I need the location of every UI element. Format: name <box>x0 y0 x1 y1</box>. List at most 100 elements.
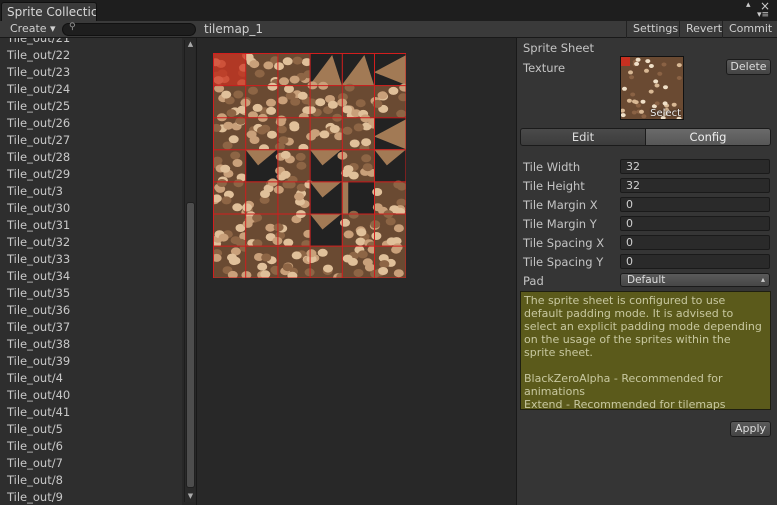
menu-icon[interactable]: ▾≡ <box>757 10 769 20</box>
list-item[interactable]: Tile_out/35 <box>0 285 182 302</box>
list-item[interactable]: Tile_out/9 <box>0 489 182 505</box>
tab-edit[interactable]: Edit <box>520 128 646 146</box>
tile-margin-x-field[interactable]: 0 <box>620 197 770 212</box>
tile-spacing-y-field[interactable]: 0 <box>620 254 770 269</box>
sheet-tile <box>275 149 310 184</box>
sheet-tile <box>273 180 315 214</box>
scroll-thumb[interactable] <box>186 202 195 488</box>
list-item[interactable]: Tile_out/38 <box>0 336 182 353</box>
sheet-tile <box>213 113 246 150</box>
list-item[interactable]: Tile_out/4 <box>0 370 182 387</box>
list-item-partial[interactable]: Tile_out/21 <box>0 38 182 47</box>
scroll-up-icon[interactable]: ▲ <box>186 40 195 48</box>
list-item[interactable]: Tile_out/7 <box>0 455 182 472</box>
list-item[interactable]: Tile_out/32 <box>0 234 182 251</box>
tile-spacing-x-label: Tile Spacing X <box>523 236 605 250</box>
sheet-tile <box>306 81 342 118</box>
list-item[interactable]: Tile_out/5 <box>0 421 182 438</box>
selected-tile-highlight <box>213 53 246 86</box>
sheet-tile <box>341 114 379 153</box>
window-tab[interactable]: Sprite Collectic <box>1 2 97 21</box>
delete-button[interactable]: Delete <box>726 59 771 75</box>
search-icon: ⚲ <box>69 22 76 32</box>
list-item[interactable]: Tile_out/28 <box>0 149 182 166</box>
sheet-tile <box>242 211 278 248</box>
sheet-tile <box>340 210 377 250</box>
tile-width-label: Tile Width <box>523 160 581 174</box>
window-titlebar: Sprite Collectic ▴ × ▾≡ <box>0 0 777 21</box>
sheet-tile <box>309 149 342 182</box>
sprite-list-scrollbar[interactable]: ▲ ▼ <box>184 40 195 502</box>
texture-preview-area[interactable] <box>197 38 516 505</box>
list-item[interactable]: Tile_out/23 <box>0 64 182 81</box>
apply-button[interactable]: Apply <box>730 421 771 437</box>
list-item[interactable]: Tile_out/30 <box>0 200 182 217</box>
sheet-tile <box>374 149 406 182</box>
sheet-tile <box>309 213 342 246</box>
search-input[interactable]: ⚲ <box>62 22 196 36</box>
list-item[interactable]: Tile_out/41 <box>0 404 182 421</box>
create-dropdown[interactable]: Create ▾ <box>4 21 62 38</box>
list-item[interactable]: Tile_out/33 <box>0 251 182 268</box>
pad-label: Pad <box>523 274 544 288</box>
scroll-down-icon[interactable]: ▼ <box>186 492 195 500</box>
commit-button[interactable]: Commit <box>722 21 777 38</box>
sheet-tile <box>309 53 342 86</box>
texture-select-label[interactable]: Select <box>650 108 681 119</box>
tile-margin-y-label: Tile Margin Y <box>523 217 597 231</box>
tile-spacing-y-label: Tile Spacing Y <box>523 255 604 269</box>
list-item[interactable]: Tile_out/6 <box>0 438 182 455</box>
list-item[interactable]: Tile_out/25 <box>0 98 182 115</box>
sheet-tile <box>309 181 342 214</box>
sheet-tile <box>374 117 406 150</box>
sprite-sheet-image <box>213 53 406 278</box>
sheet-tile <box>369 210 406 249</box>
tile-margin-x-label: Tile Margin X <box>523 198 598 212</box>
tile-spacing-x-field[interactable]: 0 <box>620 235 770 250</box>
tab-config[interactable]: Config <box>645 128 771 146</box>
sheet-tile <box>370 243 406 278</box>
sheet-tile <box>241 178 278 217</box>
sheet-tile <box>337 149 377 182</box>
tile-height-label: Tile Height <box>523 179 585 193</box>
sheet-tile <box>245 149 278 182</box>
list-item[interactable]: Tile_out/26 <box>0 115 182 132</box>
inspector-panel: Sprite Sheet Texture Select Delete Edit … <box>517 38 777 505</box>
texture-thumbnail[interactable]: Select <box>620 56 684 120</box>
sheet-tile <box>341 53 374 86</box>
lock-icon[interactable]: ▴ <box>746 0 751 10</box>
sheet-tile <box>274 115 310 152</box>
sprite-sheet-grid[interactable] <box>213 53 406 278</box>
toolbar: Create ▾ ⚲ tilemap_1 Settings Revert Com… <box>0 21 777 38</box>
padding-help-text: The sprite sheet is configured to use de… <box>524 294 762 411</box>
sheet-tile <box>370 83 406 118</box>
list-item[interactable]: Tile_out/24 <box>0 81 182 98</box>
sheet-tile <box>341 181 374 214</box>
tile-width-field[interactable]: 32 <box>620 159 770 174</box>
sheet-tile <box>213 179 246 214</box>
dropdown-arrows-icon: ▴ <box>760 275 765 284</box>
tile-margin-y-field[interactable]: 0 <box>620 216 770 231</box>
revert-button[interactable]: Revert <box>679 21 728 38</box>
sheet-tile <box>245 113 278 153</box>
sheet-tile <box>306 113 345 150</box>
list-item[interactable]: Tile_out/8 <box>0 472 182 489</box>
pad-dropdown[interactable]: Default ▴ <box>620 273 770 287</box>
sheet-tile <box>213 149 247 185</box>
sheet-tile <box>242 53 282 87</box>
pad-dropdown-value: Default <box>627 274 666 286</box>
list-item[interactable]: Tile_out/3 <box>0 183 182 200</box>
list-item[interactable]: Tile_out/37 <box>0 319 182 336</box>
list-item[interactable]: Tile_out/29 <box>0 166 182 183</box>
list-item[interactable]: Tile_out/36 <box>0 302 182 319</box>
list-item[interactable]: Tile_out/40 <box>0 387 182 404</box>
list-item[interactable]: Tile_out/31 <box>0 217 182 234</box>
list-item[interactable]: Tile_out/34 <box>0 268 182 285</box>
list-item[interactable]: Tile_out/27 <box>0 132 182 149</box>
settings-button[interactable]: Settings <box>626 21 684 38</box>
sheet-tile <box>274 53 314 86</box>
sheet-tile <box>213 213 250 248</box>
list-item[interactable]: Tile_out/22 <box>0 47 182 64</box>
list-item[interactable]: Tile_out/39 <box>0 353 182 370</box>
tile-height-field[interactable]: 32 <box>620 178 770 193</box>
